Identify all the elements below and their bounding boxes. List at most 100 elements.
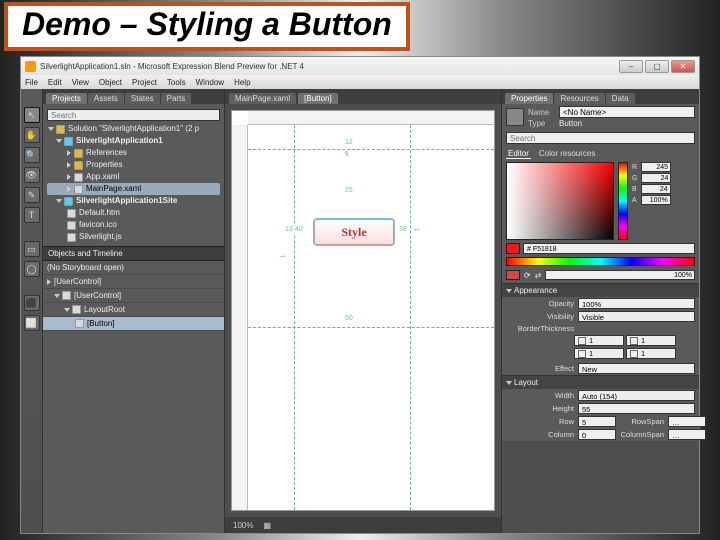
menu-edit[interactable]: Edit	[48, 78, 62, 87]
expand-icon[interactable]	[506, 289, 512, 293]
thickness-right-input[interactable]: 1	[626, 335, 676, 346]
expand-icon[interactable]	[506, 381, 512, 385]
menu-object[interactable]: Object	[99, 78, 122, 87]
guide-horizontal[interactable]	[248, 327, 494, 328]
rectangle-tool[interactable]: ▭	[24, 241, 40, 257]
brush-tab-editor[interactable]: Editor	[506, 149, 531, 159]
artboard[interactable]: 12 25 40 38 13 50 ⥋ ⥮ ⥋ Style	[231, 110, 495, 511]
opacity-input[interactable]: 100%	[578, 298, 695, 309]
properties-node[interactable]: Properties	[47, 159, 220, 171]
tab-properties[interactable]: Properties	[505, 93, 553, 104]
obj-usercontrol[interactable]: [UserControl]	[43, 289, 224, 303]
color-spectrum[interactable]	[506, 162, 614, 240]
text-tool[interactable]: T	[24, 207, 40, 223]
titlebar[interactable]: SilverlightApplication1.sln - Microsoft …	[21, 57, 699, 75]
expand-icon[interactable]	[67, 186, 71, 192]
name-field[interactable]: <No Name>	[559, 106, 695, 118]
styled-button-preview[interactable]: Style	[314, 219, 394, 245]
minimize-button[interactable]: –	[619, 60, 643, 73]
mainpage-node[interactable]: MainPage.xaml	[47, 183, 220, 195]
height-input[interactable]: 55	[578, 403, 695, 414]
obj-usercontrol-scope[interactable]: [UserControl]	[43, 275, 224, 289]
thickness-bottom-input[interactable]: 1	[626, 348, 676, 359]
doc-tab-button[interactable]: [Button]	[298, 93, 338, 104]
menu-tools[interactable]: Tools	[167, 78, 186, 87]
obj-button[interactable]: [Button]	[43, 317, 224, 331]
tab-assets[interactable]: Assets	[88, 93, 124, 104]
layout-header[interactable]: Layout	[502, 376, 699, 389]
column-input[interactable]: 0	[578, 429, 616, 440]
appxaml-node[interactable]: App.xaml	[47, 171, 220, 183]
guide-vertical[interactable]	[294, 125, 295, 510]
expand-icon[interactable]	[48, 127, 54, 131]
current-color-swatch[interactable]	[506, 243, 520, 254]
tab-data[interactable]: Data	[606, 93, 635, 104]
row-input[interactable]: 5	[578, 416, 616, 427]
appearance-header[interactable]: Appearance	[502, 284, 699, 297]
anchor-right-icon[interactable]: ⥋	[414, 226, 424, 232]
design-canvas[interactable]: 12 25 40 38 13 50 ⥋ ⥮ ⥋ Style	[248, 125, 494, 510]
g-input[interactable]	[641, 173, 671, 183]
b-input[interactable]	[641, 184, 671, 194]
menu-window[interactable]: Window	[196, 78, 224, 87]
r-input[interactable]	[641, 162, 671, 172]
rotate-icon[interactable]: ⟳	[524, 271, 531, 280]
expand-icon[interactable]	[64, 308, 70, 312]
brush-tab-resources[interactable]: Color resources	[537, 149, 597, 159]
rowspan-input[interactable]: …	[668, 416, 706, 427]
project-node-1[interactable]: SilverlightApplication1	[47, 135, 220, 147]
menu-view[interactable]: View	[72, 78, 89, 87]
hue-slider[interactable]	[618, 162, 628, 240]
ruler-vertical[interactable]	[232, 125, 248, 510]
project-node-2[interactable]: SilverlightApplication1Site	[47, 195, 220, 207]
pen-tool[interactable]: ✎	[24, 187, 40, 203]
width-input[interactable]: Auto (154)	[578, 390, 695, 401]
references-node[interactable]: References	[47, 147, 220, 159]
eyedropper-tool[interactable]: 👁	[24, 167, 40, 183]
colspan-input[interactable]: …	[668, 429, 706, 440]
silverlightjs-node[interactable]: Silverlight.js	[47, 231, 220, 243]
gradient-strip[interactable]	[506, 257, 695, 266]
storyboard-row[interactable]: (No Storyboard open)	[43, 261, 224, 275]
expand-icon[interactable]	[54, 294, 60, 298]
expand-icon[interactable]	[67, 162, 71, 168]
menu-help[interactable]: Help	[234, 78, 250, 87]
tab-parts[interactable]: Parts	[161, 93, 192, 104]
maximize-button[interactable]: ▢	[645, 60, 669, 73]
tab-resources[interactable]: Resources	[554, 93, 604, 104]
tab-states[interactable]: States	[125, 93, 160, 104]
anchor-left-icon[interactable]: ⥋	[280, 253, 290, 259]
expand-icon[interactable]	[67, 174, 71, 180]
flip-icon[interactable]: ⇄	[535, 271, 542, 280]
close-button[interactable]: ✕	[671, 60, 695, 73]
selection-tool[interactable]: ↖	[24, 107, 40, 123]
expand-icon[interactable]	[56, 199, 62, 203]
expand-icon[interactable]	[56, 139, 62, 143]
ruler-horizontal[interactable]	[248, 111, 494, 125]
zoom-tool[interactable]: 🔍	[24, 147, 40, 163]
pan-tool[interactable]: ✋	[24, 127, 40, 143]
stop-swatch[interactable]	[506, 270, 520, 280]
solution-node[interactable]: Solution "SilverlightApplication1" (2 p	[47, 123, 220, 135]
a-input[interactable]	[641, 195, 671, 205]
doc-tab-mainpage[interactable]: MainPage.xaml	[229, 93, 296, 104]
thickness-top-input[interactable]: 1	[574, 348, 624, 359]
menu-project[interactable]: Project	[132, 78, 157, 87]
favicon-node[interactable]: favicon.ico	[47, 219, 220, 231]
properties-search-input[interactable]	[506, 132, 695, 144]
anchor-top-icon[interactable]: ⥮	[344, 151, 354, 157]
ellipse-tool[interactable]: ◯	[24, 261, 40, 277]
asset-tool-b[interactable]: ⬜	[24, 315, 40, 331]
expand-icon[interactable]	[47, 279, 51, 285]
visibility-select[interactable]: Visible	[578, 311, 695, 322]
defaulthtm-node[interactable]: Default.htm	[47, 207, 220, 219]
stop-position-input[interactable]: 100%	[545, 270, 695, 280]
view-toggle-icon[interactable]: ▦	[263, 521, 271, 530]
guide-vertical[interactable]	[410, 125, 411, 510]
obj-layoutroot[interactable]: LayoutRoot	[43, 303, 224, 317]
asset-tool-a[interactable]: ⬛	[24, 295, 40, 311]
objects-panel-header[interactable]: Objects and Timeline	[43, 246, 224, 261]
projects-search-input[interactable]	[47, 109, 220, 121]
effect-button[interactable]: New	[578, 363, 695, 374]
thickness-left-input[interactable]: 1	[574, 335, 624, 346]
